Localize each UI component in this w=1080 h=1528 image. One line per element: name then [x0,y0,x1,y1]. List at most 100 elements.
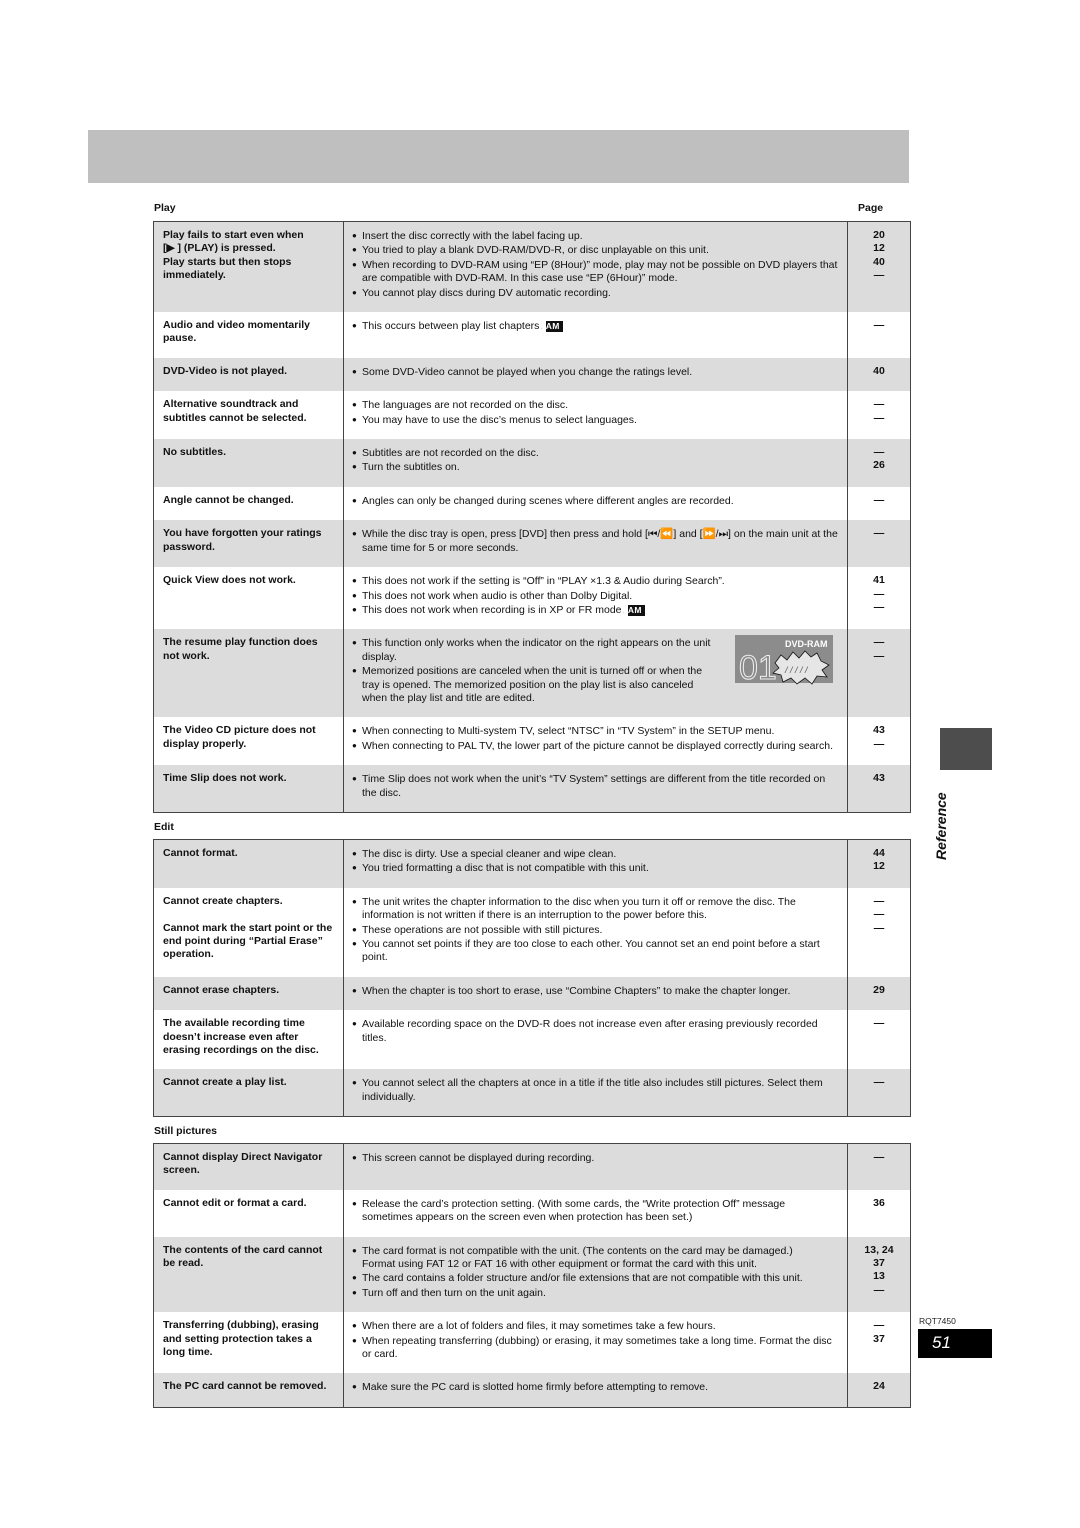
document-code: RQT7450 [919,1316,956,1326]
remedy-cell: ● Available recording space on the DVD-R … [343,1010,848,1070]
remedy-cell: ● Release the card’s protection setting. … [343,1189,848,1237]
remedy-item: ● Available recording space on the DVD-R … [352,1017,838,1045]
bullet-icon: ● [352,638,357,648]
page-ref: 29 [873,983,885,996]
page-ref: — [873,636,885,649]
page-ref: 24 [873,1380,885,1393]
symptom-cell: The Video CD picture does not display pr… [153,717,344,766]
table-row: Play fails to start even when [▶ ] (PLAY)… [153,221,911,313]
page-number: 51 [932,1333,951,1352]
remedy-text: Release the card’s protection setting. (… [362,1197,786,1224]
remedy-item: ● This does not work when recording is in… [352,603,838,617]
bullet-icon: ● [352,939,357,949]
table-row: Cannot format. ● The disc is dirty. Use a … [153,838,911,888]
remedy-item: ● Turn off and then turn on the unit agai… [352,1286,838,1300]
bullet-icon: ● [352,259,357,269]
remedy-item: ● When connecting to PAL TV, the lower pa… [352,739,838,753]
remedy-text: Some DVD-Video cannot be played when you… [362,365,693,378]
page-ref-cell: 43— [847,717,911,766]
page-ref: — [873,894,885,907]
remedy-cell: ● When the chapter is too short to erase,… [343,976,848,1011]
symptom-text: No subtitles. [163,446,227,459]
bullet-icon: ● [352,1245,357,1255]
page-ref: — [873,1017,885,1030]
remedy-text: You cannot play discs during DV automati… [362,286,611,299]
bullet-icon: ● [352,576,357,586]
page-ref: 36 [873,1196,885,1209]
remedy-item: ● You cannot set points if they are too c… [352,937,838,965]
table-row: Transferring (dubbing), erasing and sett… [153,1312,911,1374]
remedy-cell: ● Make sure the PC card is slotted home f… [343,1373,848,1408]
table-row: The available recording time doesn’t inc… [153,1010,911,1070]
symptom-cell: Time Slip does not work. [153,765,344,813]
resume-indicator-marks: / / / / / [784,665,809,675]
remedy-item: ● When recording to DVD-RAM using “EP (8H… [352,258,838,286]
page-ref-cell: 44 12 [847,838,911,888]
remedy-cell: ● This function only works when the indic… [343,629,848,718]
remedy-text: Memorized positions are canceled when th… [362,665,703,704]
page-ref-cell: — [847,1142,911,1190]
remedy-cell: ● The card format is not compatible with … [343,1236,848,1313]
remedy-text: The unit writes the chapter information … [362,895,796,922]
page-ref-cell: —26 [847,439,911,487]
symptom-text: You have forgotten your ratings password… [163,527,322,553]
symptom-text: immediately. [163,269,226,282]
table-row: Cannot display Direct Navigator screen. ●… [153,1142,911,1190]
page-ref-cell: 41— — [847,567,911,630]
play-table: Play fails to start even when [▶ ] (PLAY)… [153,221,911,813]
remedy-text: When recording to DVD-RAM using “EP (8Ho… [362,258,838,285]
symptom-cell: Quick View does not work. [153,567,344,630]
remedy-text: Turn the subtitles on. [362,461,460,474]
page-ref: 37 [873,1332,885,1345]
page-ref: — [873,908,885,921]
table-row: Angle cannot be changed. ● Angles can only… [153,486,911,521]
remedy-item: ● Some DVD-Video cannot be played when yo… [352,365,838,379]
page-ref: — [873,269,885,282]
bullet-icon: ● [352,1287,357,1297]
symptom-text: Cannot create a play list. [163,1076,287,1089]
bullet-icon: ● [352,448,357,458]
table-row: The contents of the card cannot be read.… [153,1236,911,1313]
symptom-text: DVD-Video is not played. [163,364,288,377]
remedy-text: When there are a lot of folders and file… [362,1320,716,1333]
remedy-item: ● When connecting to Multi-system TV, sel… [352,724,838,738]
symptom-cell: Cannot edit or format a card. [153,1189,344,1237]
remedy-text: Subtitles are not recorded on the disc. [362,447,539,460]
bullet-icon: ● [352,740,357,750]
symptom-cell: Cannot erase chapters. [153,976,344,1011]
reference-side-label: Reference [933,792,949,860]
symptom-text: The contents of the card cannot be read. [163,1243,323,1270]
table-row: The PC card cannot be removed. ● Make sure… [153,1373,911,1408]
remedy-item: ● This screen cannot be displayed during … [352,1151,838,1165]
page-ref: — [873,1319,885,1332]
symptom-cell: Cannot create chapters. Cannot mark the … [153,887,344,977]
remedy-text: When connecting to Multi-system TV, sele… [362,725,775,738]
remedy-text: Turn off and then turn on the unit again… [362,1286,546,1299]
symptom-cell: Transferring (dubbing), erasing and sett… [153,1312,344,1374]
remedy-text: Angles can only be changed during scenes… [362,494,734,507]
page-ref: 40 [873,364,885,377]
page-ref: 41 [873,574,885,587]
table-row: Alternative soundtrack and subtitles can… [153,391,911,440]
symptom-text: Cannot format. [163,847,238,859]
symptom-text: The PC card cannot be removed. [163,1380,327,1393]
symptom-text: Cannot create chapters. [163,894,283,907]
remedy-cell: ● The languages are not recorded on the d… [343,391,848,440]
page-ref-cell: — [847,312,911,358]
symptom-text [163,908,334,921]
bullet-icon: ● [352,245,357,255]
remedy-cell: ● Time Slip does not work when the unit’s… [343,765,848,813]
symptom-text: The Video CD picture does not display pr… [163,724,316,750]
bullet-icon: ● [352,1078,357,1088]
remedy-cell: ● This does not work if the setting is “O… [343,567,848,630]
bullet-icon: ● [352,590,357,600]
page-ref: — [873,649,885,662]
remedy-text: This does not work if the setting is “Of… [362,575,725,588]
page-ref: — [873,921,885,934]
page-ref-cell: — — — [847,887,911,977]
page-number-box: 51 [918,1329,992,1358]
bullet-icon: ● [352,321,357,331]
bullet-icon: ● [352,774,357,784]
remedy-item: ● Release the card’s protection setting. … [352,1197,838,1225]
remedy-text: This occurs between play list chapters. [362,320,543,333]
